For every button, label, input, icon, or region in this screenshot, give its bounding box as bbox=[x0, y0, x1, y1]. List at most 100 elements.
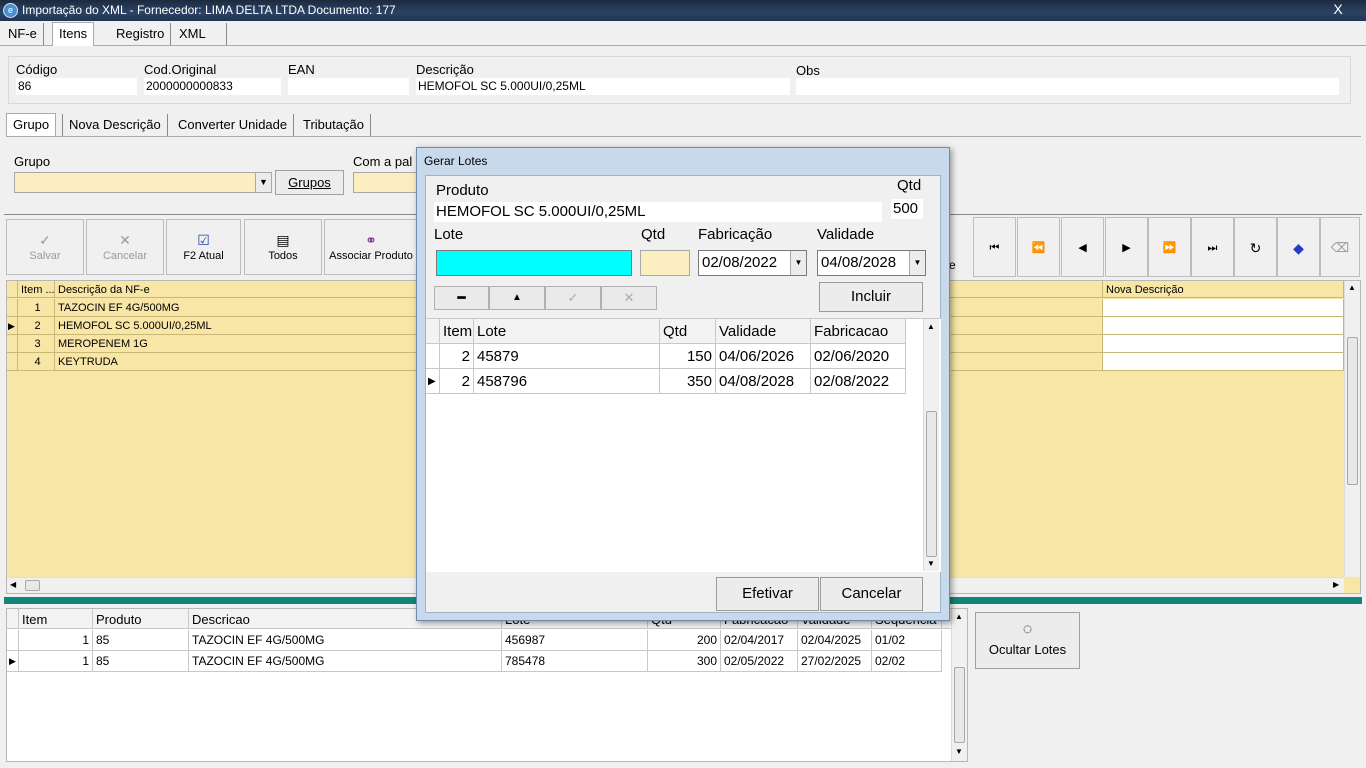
tab-tributacao[interactable]: Tributação bbox=[297, 114, 371, 136]
chevron-up-icon[interactable]: ▲ bbox=[955, 612, 963, 621]
nova-descricao-cell[interactable] bbox=[1103, 353, 1344, 371]
table-row[interactable]: 1 85 TAZOCIN EF 4G/500MG 456987 200 02/0… bbox=[7, 630, 951, 651]
todos-button[interactable]: ▤ Todos bbox=[244, 219, 322, 275]
tab-nfe[interactable]: NF-e bbox=[2, 23, 44, 45]
lotes-grid[interactable]: Item Produto Descricao Lote Qtd Fabricac… bbox=[6, 608, 968, 762]
qtd-total-field[interactable]: 500 bbox=[891, 199, 923, 219]
edit-button[interactable]: ▲ bbox=[489, 286, 545, 310]
rewind-icon: ⏪ bbox=[1031, 242, 1046, 254]
dialog-title: Gerar Lotes bbox=[424, 154, 488, 168]
toolbar-partial-label: e bbox=[949, 258, 956, 272]
col-item-header[interactable]: Item bbox=[440, 319, 474, 344]
col-item-header[interactable]: Item bbox=[19, 609, 93, 629]
f2-atual-button[interactable]: ☑ F2 Atual bbox=[166, 219, 241, 275]
chevron-up-icon[interactable]: ▲ bbox=[1348, 283, 1356, 292]
qtd-lote-input[interactable] bbox=[640, 250, 690, 276]
delete-button[interactable]: ━ bbox=[434, 286, 489, 310]
nova-descricao-cell[interactable] bbox=[1103, 317, 1344, 335]
grupo-select[interactable]: ▼ bbox=[14, 172, 272, 193]
next-record-button[interactable]: ▶ bbox=[1105, 217, 1148, 277]
divider bbox=[6, 136, 1361, 137]
chevron-down-icon[interactable]: ▼ bbox=[909, 251, 925, 275]
tag-button[interactable]: ◆ bbox=[1277, 217, 1320, 277]
fabricacao-datepicker[interactable]: 02/08/2022 ▼ bbox=[698, 250, 807, 276]
col-descricao-header[interactable]: Descrição da NF-e bbox=[55, 281, 418, 298]
dialog-lotes-grid[interactable]: Item Lote Qtd Validade Fabricacao 2 4587… bbox=[426, 318, 941, 572]
codigo-field[interactable]: 86 bbox=[16, 78, 137, 95]
nova-descricao-cell[interactable] bbox=[1103, 299, 1344, 317]
tab-converter-unidade[interactable]: Converter Unidade bbox=[172, 114, 295, 136]
qtd-lote-label: Qtd bbox=[641, 226, 666, 243]
chevron-right-icon[interactable]: ▶ bbox=[1333, 580, 1339, 589]
eraser-button[interactable]: ⌫ bbox=[1320, 217, 1360, 277]
efetivar-button[interactable]: Efetivar bbox=[716, 577, 819, 611]
associar-produto-button[interactable]: ⚭ Associar Produto bbox=[324, 219, 418, 275]
chevron-down-icon[interactable]: ▼ bbox=[255, 173, 271, 192]
cancelar-dialog-button[interactable]: Cancelar bbox=[820, 577, 923, 611]
produto-field[interactable]: HEMOFOL SC 5.000UI/0,25ML bbox=[434, 202, 882, 222]
row-indicator-header bbox=[7, 609, 19, 629]
col-validade-header[interactable]: Validade bbox=[716, 319, 811, 344]
last-record-button[interactable]: ⏭ bbox=[1191, 217, 1234, 277]
tab-nova-descricao[interactable]: Nova Descrição bbox=[62, 114, 168, 136]
fabricacao-cell: 02/08/2022 bbox=[811, 369, 906, 394]
prior-record-button[interactable]: ◀ bbox=[1061, 217, 1104, 277]
refresh-button[interactable]: ↻ bbox=[1234, 217, 1277, 277]
col-item-header[interactable]: Item ... bbox=[18, 281, 55, 298]
items-grid-vscroll[interactable]: ▲ bbox=[1344, 281, 1360, 577]
obs-field[interactable] bbox=[796, 78, 1339, 95]
col-lote-header[interactable]: Lote bbox=[474, 319, 660, 344]
validade-datepicker[interactable]: 04/08/2028 ▼ bbox=[817, 250, 926, 276]
col-nova-descricao-header[interactable]: Nova Descrição bbox=[1103, 281, 1344, 298]
col-qtd-header[interactable]: Qtd bbox=[660, 319, 716, 344]
chevron-down-icon[interactable]: ▼ bbox=[927, 559, 935, 568]
chevron-up-icon[interactable]: ▲ bbox=[927, 322, 935, 331]
item-cell: 3 bbox=[18, 335, 55, 353]
next-icon: ▶ bbox=[1122, 242, 1131, 254]
ean-field[interactable] bbox=[288, 78, 409, 95]
col-fabricacao-header[interactable]: Fabricacao bbox=[811, 319, 906, 344]
com-field[interactable] bbox=[353, 172, 423, 193]
incluir-button[interactable]: Incluir bbox=[819, 282, 923, 312]
post-button[interactable]: ✓ bbox=[545, 286, 601, 310]
ocultar-lotes-button[interactable]: ◌ Ocultar Lotes bbox=[975, 612, 1080, 669]
prior-page-button[interactable]: ⏪ bbox=[1017, 217, 1060, 277]
check-icon: ✓ bbox=[567, 290, 579, 305]
chevron-down-icon[interactable]: ▼ bbox=[955, 747, 963, 756]
close-window-button[interactable]: X bbox=[1316, 0, 1360, 19]
table-row[interactable]: ▶ 1 85 TAZOCIN EF 4G/500MG 785478 300 02… bbox=[7, 651, 951, 672]
blank-cell bbox=[951, 335, 1103, 353]
ocultar-lotes-label: Ocultar Lotes bbox=[988, 642, 1067, 657]
next-page-button[interactable]: ⏩ bbox=[1148, 217, 1191, 277]
tab-grupo[interactable]: Grupo bbox=[6, 113, 57, 136]
gerar-lotes-dialog: Gerar Lotes Produto Qtd HEMOFOL SC 5.000… bbox=[416, 147, 950, 621]
dialog-grid-vscroll[interactable]: ▲ ▼ bbox=[923, 319, 939, 571]
salvar-button[interactable]: ✓ Salvar bbox=[6, 219, 84, 275]
chevron-down-icon[interactable]: ▼ bbox=[790, 251, 806, 275]
scroll-thumb[interactable] bbox=[926, 411, 937, 557]
validade-label: Validade bbox=[817, 226, 875, 243]
chevron-left-icon[interactable]: ◀ bbox=[10, 580, 16, 589]
table-row[interactable]: 2 45879 150 04/06/2026 02/06/2020 bbox=[426, 344, 906, 369]
cancelar-label: Cancelar bbox=[102, 250, 148, 262]
table-row[interactable]: ▶ 2 458796 350 04/08/2028 02/08/2022 bbox=[426, 369, 906, 394]
cancelar-toolbar-button[interactable]: ✕ Cancelar bbox=[86, 219, 164, 275]
descricao-field[interactable]: HEMOFOL SC 5.000UI/0,25ML bbox=[416, 78, 790, 95]
scroll-thumb[interactable] bbox=[25, 580, 40, 591]
cancel-edit-button[interactable]: ✕ bbox=[601, 286, 657, 310]
scroll-thumb[interactable] bbox=[1347, 337, 1358, 485]
tab-xml[interactable]: XML bbox=[173, 23, 227, 45]
item-cell: 2 bbox=[440, 369, 474, 394]
lotes-grid-vscroll[interactable]: ▲ ▼ bbox=[951, 609, 967, 761]
scroll-thumb[interactable] bbox=[954, 667, 965, 743]
first-record-button[interactable]: ⏮ bbox=[973, 217, 1016, 277]
nova-descricao-cell[interactable] bbox=[1103, 335, 1344, 353]
f2-label: F2 Atual bbox=[183, 250, 224, 262]
edit-check-icon: ☑ bbox=[197, 232, 210, 248]
col-produto-header[interactable]: Produto bbox=[93, 609, 189, 629]
cod-original-field[interactable]: 2000000000833 bbox=[144, 78, 281, 95]
lote-input[interactable] bbox=[436, 250, 632, 276]
grupos-button[interactable]: Grupos bbox=[275, 170, 344, 195]
tab-registro[interactable]: Registro bbox=[110, 23, 172, 45]
tab-itens[interactable]: Itens bbox=[52, 22, 95, 46]
